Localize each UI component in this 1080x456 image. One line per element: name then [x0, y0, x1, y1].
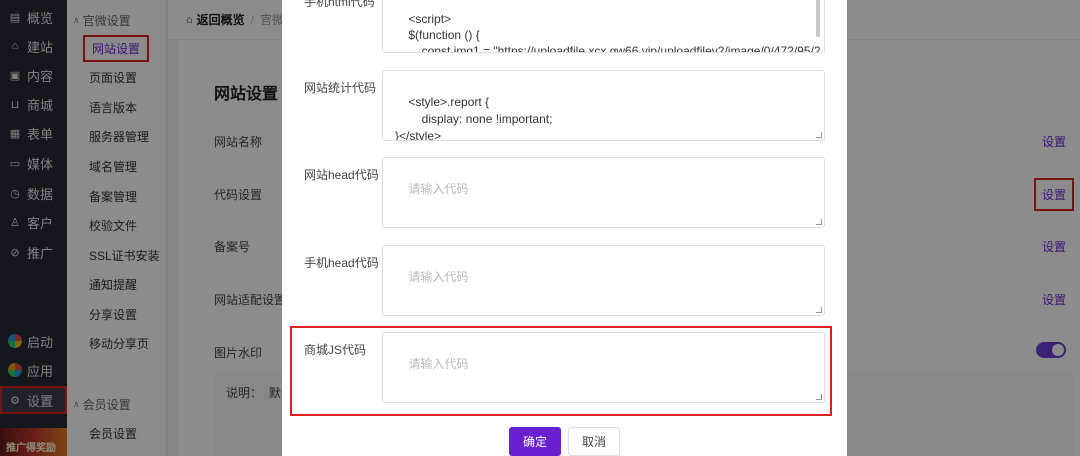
resize-handle-icon[interactable]	[816, 132, 822, 138]
resize-handle-icon[interactable]	[816, 307, 822, 313]
field-label-shop-js: 商城JS代码	[304, 343, 367, 357]
code-settings-modal: 手机html代码 <script> $(function () { const …	[282, 0, 847, 456]
site-head-placeholder: 请输入代码	[408, 182, 469, 196]
field-label-mobile-head: 手机head代码	[304, 256, 379, 270]
scrollbar[interactable]	[816, 0, 820, 37]
field-label-site-head: 网站head代码	[304, 168, 379, 182]
cancel-button[interactable]: 取消	[568, 427, 620, 456]
confirm-button[interactable]: 确定	[509, 427, 561, 456]
resize-handle-icon[interactable]	[816, 394, 822, 400]
mobile-head-placeholder: 请输入代码	[408, 270, 469, 284]
shop-js-placeholder: 请输入代码	[408, 357, 469, 371]
site-head-code-field[interactable]: 请输入代码	[382, 157, 825, 228]
resize-handle-icon[interactable]	[816, 219, 822, 225]
mobile-head-code-field[interactable]: 请输入代码	[382, 245, 825, 316]
field-label-stats: 网站统计代码	[304, 81, 377, 95]
shop-js-code-field[interactable]: 请输入代码	[382, 332, 825, 403]
stats-code-text: <style>.report { display: none !importan…	[395, 95, 553, 141]
mobile-html-code-text: <script> $(function () { const img1 = "h…	[408, 12, 821, 53]
field-label-mobile-html: 手机html代码	[304, 0, 375, 9]
stats-code-field[interactable]: <style>.report { display: none !importan…	[382, 70, 825, 141]
mobile-html-code-field[interactable]: <script> $(function () { const img1 = "h…	[382, 0, 825, 53]
